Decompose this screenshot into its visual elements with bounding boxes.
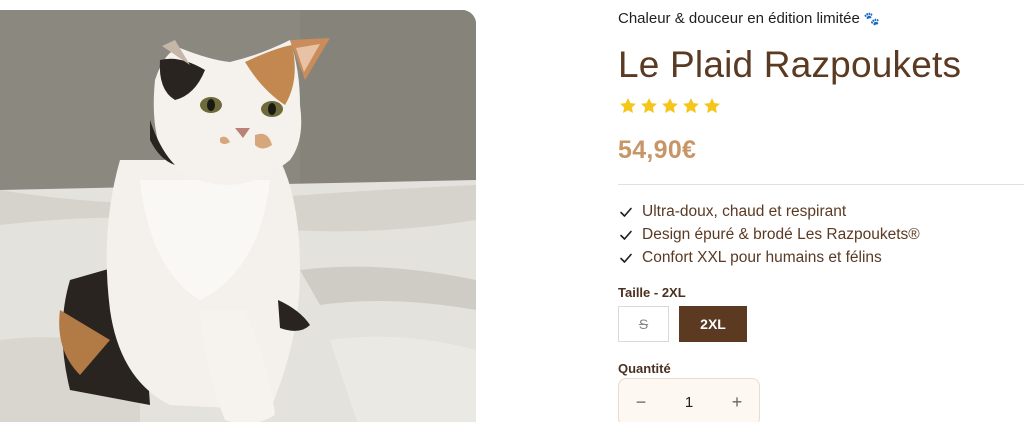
feature-text: Ultra-doux, chaud et respirant [642, 202, 847, 220]
feature-item: Ultra-doux, chaud et respirant [618, 200, 920, 223]
star-icon [620, 98, 636, 113]
feature-item: Confort XXL pour humains et félins [618, 246, 920, 269]
product-price: 54,90€ [618, 136, 697, 164]
quantity-value[interactable]: 1 [685, 394, 693, 411]
size-option-2xl[interactable]: 2XL [679, 306, 747, 342]
size-label: Taille - 2XL [618, 285, 686, 300]
product-page: Chaleur & douceur en édition limitée 🐾 Le… [0, 0, 1024, 422]
product-title: Le Plaid Razpoukets [618, 44, 962, 85]
product-info: Chaleur & douceur en édition limitée 🐾 Le… [618, 0, 1024, 422]
check-icon [620, 253, 632, 263]
minus-icon[interactable]: − [635, 393, 647, 411]
paw-icon: 🐾 [863, 11, 880, 26]
product-tagline: Chaleur & douceur en édition limitée 🐾 [618, 10, 880, 27]
feature-text: Design épuré & brodé Les Razpoukets® [642, 225, 920, 243]
size-option-s[interactable]: S [618, 306, 669, 342]
check-icon [620, 207, 632, 217]
cat-photo [0, 10, 476, 422]
quantity-stepper: − 1 + [618, 378, 760, 422]
size-selector: S 2XL [618, 306, 747, 342]
check-icon [620, 230, 632, 240]
quantity-label: Quantité [618, 361, 671, 376]
star-icon [641, 98, 657, 113]
tagline-text: Chaleur & douceur en édition limitée [618, 10, 860, 27]
star-icon [662, 98, 678, 113]
star-icon [704, 98, 720, 113]
rating-stars [618, 96, 722, 116]
star-icon [683, 98, 699, 113]
feature-item: Design épuré & brodé Les Razpoukets® [618, 223, 920, 246]
plus-icon[interactable]: + [731, 393, 743, 411]
divider [618, 184, 1024, 185]
feature-text: Confort XXL pour humains et félins [642, 248, 882, 266]
product-image[interactable] [0, 10, 476, 422]
feature-list: Ultra-doux, chaud et respirant Design ép… [618, 200, 920, 269]
